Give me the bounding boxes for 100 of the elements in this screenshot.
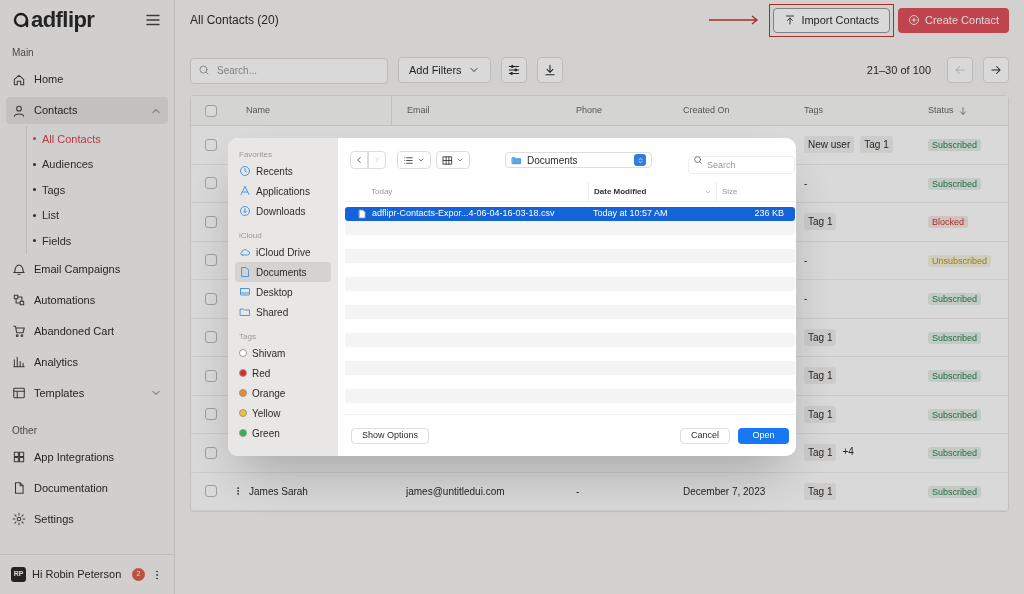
table-cell: December 7, 2023 [683, 485, 766, 497]
sidebar-item[interactable]: Recents [235, 161, 331, 181]
file-row[interactable]: adflipr-Contacts-Expor...4-06-04-16-03-18.csv Today at 10:57 AM 236 KB [345, 207, 795, 221]
sidebar-item[interactable]: Red [235, 363, 331, 383]
folder-icon [511, 154, 522, 166]
column-settings-button[interactable] [500, 57, 527, 83]
pagination-text: 21–30 of 100 [866, 62, 931, 78]
column-header[interactable]: Tags [804, 103, 823, 118]
next-page-button[interactable] [983, 57, 1009, 83]
location-dropdown[interactable]: Documents [505, 152, 652, 168]
grid-icon [442, 154, 453, 166]
checkbox[interactable] [205, 369, 217, 382]
list-icon [403, 154, 414, 166]
nav-subitem[interactable]: All Contacts [33, 126, 168, 152]
apps-icon [239, 185, 251, 197]
table-cell: - [576, 485, 580, 497]
nav-item[interactable]: Email Campaigns [6, 255, 168, 283]
cart-icon [12, 324, 26, 338]
settings-icon [12, 512, 26, 526]
chevron-down-icon [417, 156, 425, 164]
tag: +4 [842, 444, 854, 462]
sliders-icon [506, 63, 521, 77]
search-icon [693, 155, 703, 165]
arrow-left-icon [953, 63, 967, 77]
nav-item[interactable]: App Integrations [6, 443, 168, 471]
nav-item[interactable]: Templates [6, 379, 168, 407]
sidebar-item[interactable]: Orange [235, 383, 331, 403]
table-cell: james@untitledui.com [406, 485, 505, 497]
column-header[interactable]: Phone [576, 103, 603, 118]
chevron-down-icon [456, 156, 464, 164]
back-button[interactable] [350, 151, 368, 169]
sidebar-item[interactable]: Green [235, 423, 331, 443]
open-button[interactable]: Open [738, 427, 789, 444]
tag: Tag 1 [804, 482, 837, 500]
nav-item[interactable]: Analytics [6, 348, 168, 376]
checkbox[interactable] [205, 177, 217, 190]
logo-text: adflipr [31, 9, 95, 31]
sidebar-item[interactable]: Yellow [235, 403, 331, 423]
checkbox[interactable] [205, 104, 217, 117]
nav-item[interactable]: Contacts [6, 97, 168, 124]
checkbox[interactable] [205, 138, 217, 151]
download-button[interactable] [536, 57, 563, 83]
sidebar-item[interactable]: Documents [235, 262, 331, 282]
sidebar-item[interactable]: Downloads [235, 201, 331, 221]
filter-dropdown[interactable]: Add Filters [398, 57, 491, 83]
checkbox[interactable] [205, 331, 217, 344]
section-label: Other [11, 423, 38, 438]
document-icon [239, 266, 251, 278]
nav-subitem[interactable]: Audiences [33, 151, 168, 177]
checkbox[interactable] [205, 215, 217, 228]
search-field[interactable]: Search... [190, 57, 388, 84]
sidebar-item[interactable]: Desktop [235, 282, 331, 302]
nav-subitem[interactable]: Tags [33, 177, 168, 203]
tag: - [804, 175, 808, 191]
document-icon [12, 481, 26, 495]
tag: New user [804, 136, 855, 154]
column-header[interactable]: Email [407, 103, 430, 118]
dialog-search-field[interactable]: Search [688, 156, 795, 174]
search-icon [198, 64, 210, 76]
checkbox[interactable] [205, 446, 217, 459]
upload-icon [784, 14, 797, 26]
list-view-button[interactable] [397, 151, 431, 169]
section-label: Favorites [238, 149, 273, 161]
sidebar-item[interactable]: Shared [235, 302, 331, 322]
checkbox[interactable] [205, 408, 217, 421]
grid-view-button[interactable] [436, 151, 470, 169]
show-options-button[interactable]: Show Options [351, 427, 430, 444]
tag: - [804, 252, 808, 268]
column-header[interactable]: Status [928, 103, 954, 118]
column-header[interactable]: Created On [683, 103, 730, 118]
nav-item[interactable]: Documentation [6, 474, 168, 502]
sidebar-item[interactable]: Applications [235, 181, 331, 201]
cancel-button[interactable]: Cancel [680, 427, 730, 444]
nav-item[interactable]: Automations [6, 286, 168, 314]
checkbox[interactable] [205, 292, 217, 305]
forward-button[interactable] [368, 151, 386, 169]
nav-subitem[interactable]: List [33, 202, 168, 228]
annotation-arrow-icon [709, 15, 760, 25]
create-button[interactable]: Create Contact [898, 7, 1009, 33]
nav-item[interactable]: Home [6, 66, 168, 93]
sidebar-item[interactable]: Shivam [235, 343, 331, 363]
shared-folder-icon [239, 306, 251, 318]
chevron-right-icon [372, 155, 382, 165]
download-icon [239, 205, 251, 217]
cloud-icon [239, 246, 251, 258]
chevron-left-icon [354, 155, 364, 165]
tag: Tag 1 [860, 136, 893, 154]
nav-item[interactable]: Abandoned Cart [6, 317, 168, 345]
bar-chart-icon [12, 355, 26, 369]
workflow-icon [12, 293, 26, 307]
nav-item[interactable]: Settings [6, 505, 168, 533]
sidebar-item[interactable]: iCloud Drive [235, 242, 331, 262]
checkbox[interactable] [205, 485, 217, 498]
checkbox[interactable] [205, 254, 217, 267]
column-header[interactable]: Date Modified [594, 185, 704, 198]
column-header[interactable]: Name [246, 103, 270, 118]
section-label: iCloud [238, 230, 263, 242]
tag: Tag 1 [804, 405, 837, 423]
nav-subitem[interactable]: Fields [33, 228, 168, 254]
import-button[interactable]: Import Contacts [773, 7, 890, 33]
